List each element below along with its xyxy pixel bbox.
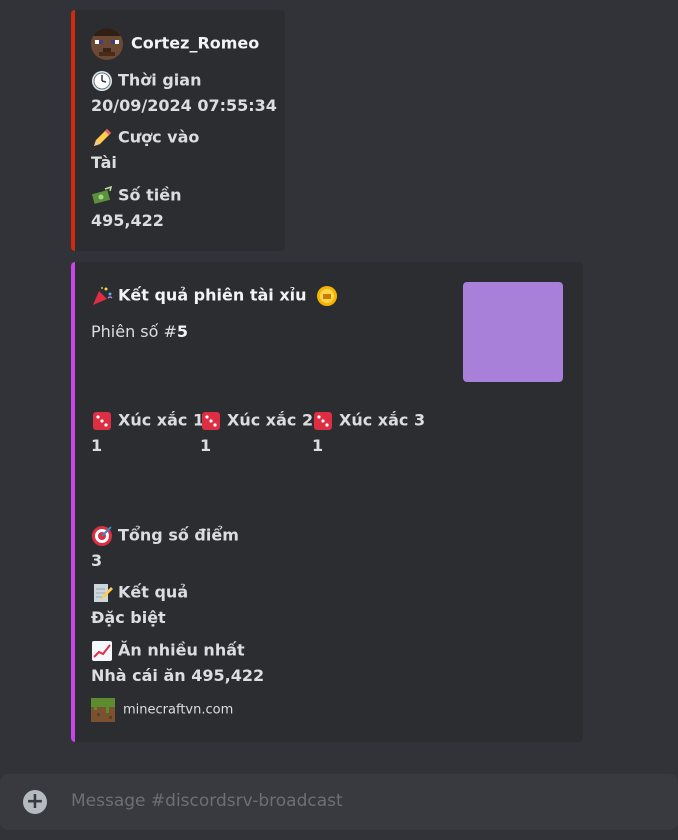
chart-up-icon [92, 641, 112, 661]
add-attachment-button[interactable]: + [23, 790, 47, 814]
field-time-name: Thời gian [91, 70, 201, 92]
field-bet-name: Cược vào [91, 127, 199, 149]
embed-thumbnail[interactable] [463, 282, 563, 382]
field-label: Xúc xắc 2 [227, 410, 314, 430]
session-description: Phiên số #5 [91, 322, 188, 341]
plus-icon: + [25, 789, 45, 814]
memo-icon [94, 584, 113, 602]
embed-footer: minecraftvn.com [91, 698, 233, 722]
pencil-icon [94, 129, 111, 146]
session-number: 5 [176, 322, 189, 341]
embed-accent-bar [71, 262, 75, 742]
footer-text: minecraftvn.com [123, 702, 234, 718]
field-amount-value: 495,422 [91, 211, 164, 230]
grass-block-icon [91, 698, 115, 722]
field-total-value: 3 [91, 551, 103, 570]
dice-icon [202, 412, 220, 430]
message-composer: + Message #discordsrv-broadcast [0, 774, 678, 830]
embed-accent-bar [71, 10, 75, 251]
result-embed: Kết quả phiên tài xỉu Phiên số #5 Xúc xắ… [71, 262, 583, 742]
dice-3-value: 1 [312, 436, 324, 455]
field-label: Ăn nhiều nhất [118, 640, 245, 660]
field-label: Xúc xắc 1 [118, 410, 205, 430]
embed-author: Cortez_Romeo [91, 28, 259, 60]
author-name[interactable]: Cortez_Romeo [131, 34, 259, 53]
embed-title: Kết quả phiên tài xỉu [91, 285, 343, 307]
field-total-name: Tổng số điểm [91, 525, 239, 547]
field-label: Kết quả [118, 582, 189, 602]
field-label: Cược vào [118, 127, 200, 147]
avatar[interactable] [91, 28, 123, 60]
session-prefix: Phiên số # [91, 322, 177, 341]
field-result-name: Kết quả [91, 582, 188, 604]
money-icon [91, 185, 113, 204]
dice-2-name: Xúc xắc 2 [200, 410, 313, 432]
title-text: Kết quả phiên tài xỉu [118, 285, 307, 305]
field-time-value: 20/09/2024 07:55:34 [91, 96, 277, 115]
field-label: Số tiền [118, 185, 182, 205]
field-label: Tổng số điểm [118, 525, 239, 545]
field-bet-value: Tài [91, 153, 117, 172]
party-popper-icon [93, 286, 113, 305]
dice-icon [314, 412, 332, 430]
dice-1-value: 1 [91, 436, 103, 455]
coin-icon [317, 286, 338, 306]
dice-3-name: Xúc xắc 3 [312, 410, 425, 432]
field-amount-name: Số tiền [91, 185, 181, 207]
clock-icon [92, 71, 112, 91]
message-input[interactable]: Message #discordsrv-broadcast [71, 791, 343, 811]
field-label: Thời gian [118, 70, 202, 90]
field-label: Xúc xắc 3 [339, 410, 426, 430]
dice-icon [93, 412, 111, 430]
field-top-win-name: Ăn nhiều nhất [91, 640, 245, 662]
field-result-value: Đặc biệt [91, 608, 166, 627]
field-top-win-value: Nhà cái ăn 495,422 [91, 666, 265, 685]
target-icon [92, 526, 112, 546]
dice-2-value: 1 [200, 436, 212, 455]
bet-embed: Cortez_Romeo Thời gian 20/09/2024 07:55:… [71, 10, 285, 251]
dice-1-name: Xúc xắc 1 [91, 410, 204, 432]
